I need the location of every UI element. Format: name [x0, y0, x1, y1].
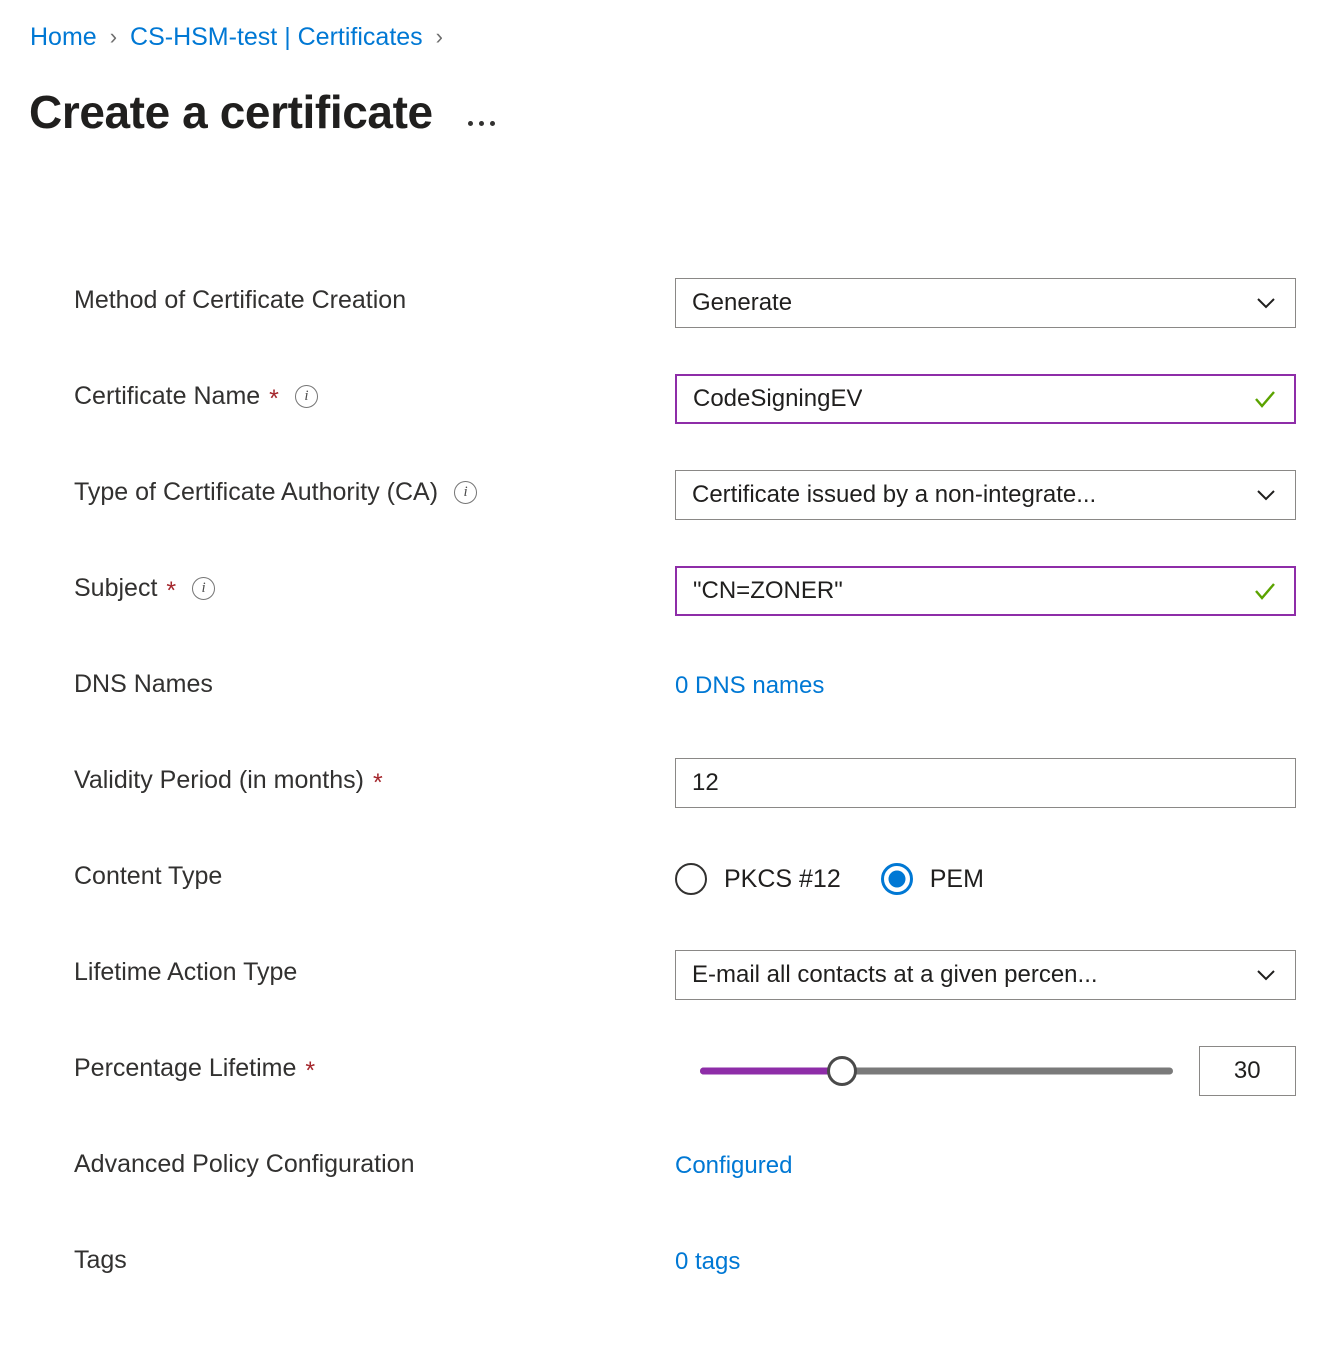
radio-selected-icon — [880, 863, 913, 895]
control-content-type: PKCS #12 PEM — [675, 854, 1296, 904]
control-method-of-certificate-creation: Generate — [675, 278, 1296, 328]
input-value: 30 — [1233, 1057, 1261, 1084]
lifetime-action-type-select[interactable]: E-mail all contacts at a given percen... — [675, 950, 1296, 1000]
label-content-type: Content Type — [74, 854, 222, 898]
info-icon[interactable]: i — [294, 384, 318, 408]
chevron-right-icon: › — [109, 24, 118, 49]
required-asterisk: * — [269, 384, 279, 413]
label-tags: Tags — [74, 1238, 127, 1282]
form-row-dns-names: DNS Names 0 DNS names — [0, 662, 1329, 758]
label-subject: Subject * i — [74, 566, 216, 610]
control-validity-period: 12 — [675, 758, 1296, 808]
ellipsis-icon — [489, 121, 495, 126]
label-text: Tags — [74, 1246, 127, 1274]
radio-option-pem[interactable]: PEM — [880, 863, 984, 895]
selected-value: Certificate issued by a non-integrate... — [692, 481, 1097, 508]
label-certificate-name: Certificate Name * i — [74, 374, 318, 418]
label-text: Percentage Lifetime — [74, 1054, 297, 1082]
required-asterisk: * — [166, 576, 177, 605]
control-advanced-policy-configuration: Configured — [675, 1142, 1296, 1182]
label-text: Certificate Name — [74, 382, 261, 410]
control-dns-names: 0 DNS names — [675, 662, 1296, 702]
breadcrumb-item-certificates[interactable]: CS-HSM-test | Certificates — [130, 22, 423, 52]
label-text: Validity Period (in months) — [74, 766, 364, 794]
percentage-lifetime-slider[interactable] — [700, 1055, 1173, 1087]
label-text: DNS Names — [74, 670, 213, 698]
type-of-certificate-authority-select[interactable]: Certificate issued by a non-integrate... — [675, 470, 1296, 520]
radio-option-pkcs12[interactable]: PKCS #12 — [675, 863, 841, 895]
tags-link[interactable]: 0 tags — [675, 1238, 740, 1278]
dns-names-link[interactable]: 0 DNS names — [675, 662, 824, 702]
chevron-right-icon: › — [435, 24, 443, 49]
control-percentage-lifetime: 30 — [675, 1046, 1296, 1096]
percentage-lifetime-slider-wrap: 30 — [675, 1046, 1296, 1096]
form-row-method-of-certificate-creation: Method of Certificate Creation Generate — [0, 278, 1329, 374]
radio-label: PEM — [929, 864, 984, 893]
ellipsis-icon — [478, 121, 484, 126]
info-icon[interactable]: i — [192, 576, 216, 600]
page-header: Create a certificate — [29, 84, 497, 140]
page-title: Create a certificate — [29, 86, 433, 138]
info-icon[interactable]: i — [454, 480, 478, 504]
form-row-lifetime-action-type: Lifetime Action Type E-mail all contacts… — [0, 950, 1329, 1046]
input-value: "CN=ZONER" — [693, 577, 843, 604]
label-text: Method of Certificate Creation — [74, 286, 407, 314]
label-method-of-certificate-creation: Method of Certificate Creation — [74, 278, 406, 322]
label-text: Lifetime Action Type — [74, 958, 298, 986]
label-text: Content Type — [74, 862, 223, 890]
label-lifetime-action-type: Lifetime Action Type — [74, 950, 297, 994]
control-type-of-certificate-authority: Certificate issued by a non-integrate... — [675, 470, 1296, 520]
label-validity-period: Validity Period (in months) * — [74, 758, 383, 802]
validity-period-input[interactable]: 12 — [675, 758, 1296, 808]
label-advanced-policy-configuration: Advanced Policy Configuration — [74, 1142, 414, 1186]
control-certificate-name: CodeSigningEV — [675, 374, 1296, 424]
breadcrumb-item-home[interactable]: Home — [30, 22, 97, 52]
slider-track-fill — [700, 1067, 842, 1075]
form-row-subject: Subject * i "CN=ZONER" — [0, 566, 1329, 662]
label-type-of-certificate-authority: Type of Certificate Authority (CA) i — [74, 470, 478, 514]
ellipsis-icon — [467, 121, 473, 126]
chevron-down-icon — [1255, 292, 1277, 314]
selected-value: E-mail all contacts at a given percen... — [692, 961, 1098, 988]
input-value: CodeSigningEV — [693, 385, 863, 412]
label-text: Type of Certificate Authority (CA) — [74, 478, 439, 506]
form-row-type-of-certificate-authority: Type of Certificate Authority (CA) i Cer… — [0, 470, 1329, 566]
valid-check-icon — [1252, 386, 1278, 412]
valid-check-icon — [1252, 578, 1278, 604]
selected-value: Generate — [692, 289, 793, 316]
chevron-down-icon — [1255, 484, 1277, 506]
certificate-form: Method of Certificate Creation Generate … — [0, 278, 1329, 1334]
percentage-lifetime-value-input[interactable]: 30 — [1198, 1046, 1296, 1096]
label-dns-names: DNS Names — [74, 662, 213, 706]
label-percentage-lifetime: Percentage Lifetime * — [74, 1046, 315, 1090]
required-asterisk: * — [372, 768, 383, 797]
content-type-radio-group: PKCS #12 PEM — [675, 854, 1296, 904]
control-tags: 0 tags — [675, 1238, 1296, 1278]
breadcrumb: Home › CS-HSM-test | Certificates › — [30, 22, 456, 52]
certificate-name-input[interactable]: CodeSigningEV — [675, 374, 1296, 424]
radio-unselected-icon — [675, 863, 707, 895]
form-row-advanced-policy-configuration: Advanced Policy Configuration Configured — [0, 1142, 1329, 1238]
label-text: Subject — [74, 574, 158, 602]
form-row-validity-period: Validity Period (in months) * 12 — [0, 758, 1329, 854]
method-of-certificate-creation-select[interactable]: Generate — [675, 278, 1296, 328]
radio-label: PKCS #12 — [724, 864, 841, 893]
input-value: 12 — [692, 769, 719, 796]
form-row-tags: Tags 0 tags — [0, 1238, 1329, 1334]
chevron-down-icon — [1255, 964, 1277, 986]
form-row-percentage-lifetime: Percentage Lifetime * 30 — [0, 1046, 1329, 1142]
advanced-policy-configuration-link[interactable]: Configured — [675, 1142, 792, 1182]
label-text: Advanced Policy Configuration — [74, 1150, 415, 1178]
required-asterisk: * — [305, 1056, 316, 1085]
subject-input[interactable]: "CN=ZONER" — [675, 566, 1296, 616]
form-row-content-type: Content Type PKCS #12 PEM — [0, 854, 1329, 950]
control-subject: "CN=ZONER" — [675, 566, 1296, 616]
slider-thumb[interactable] — [826, 1056, 857, 1086]
form-row-certificate-name: Certificate Name * i CodeSigningEV — [0, 374, 1329, 470]
more-options-button[interactable] — [466, 117, 497, 130]
control-lifetime-action-type: E-mail all contacts at a given percen... — [675, 950, 1296, 1000]
